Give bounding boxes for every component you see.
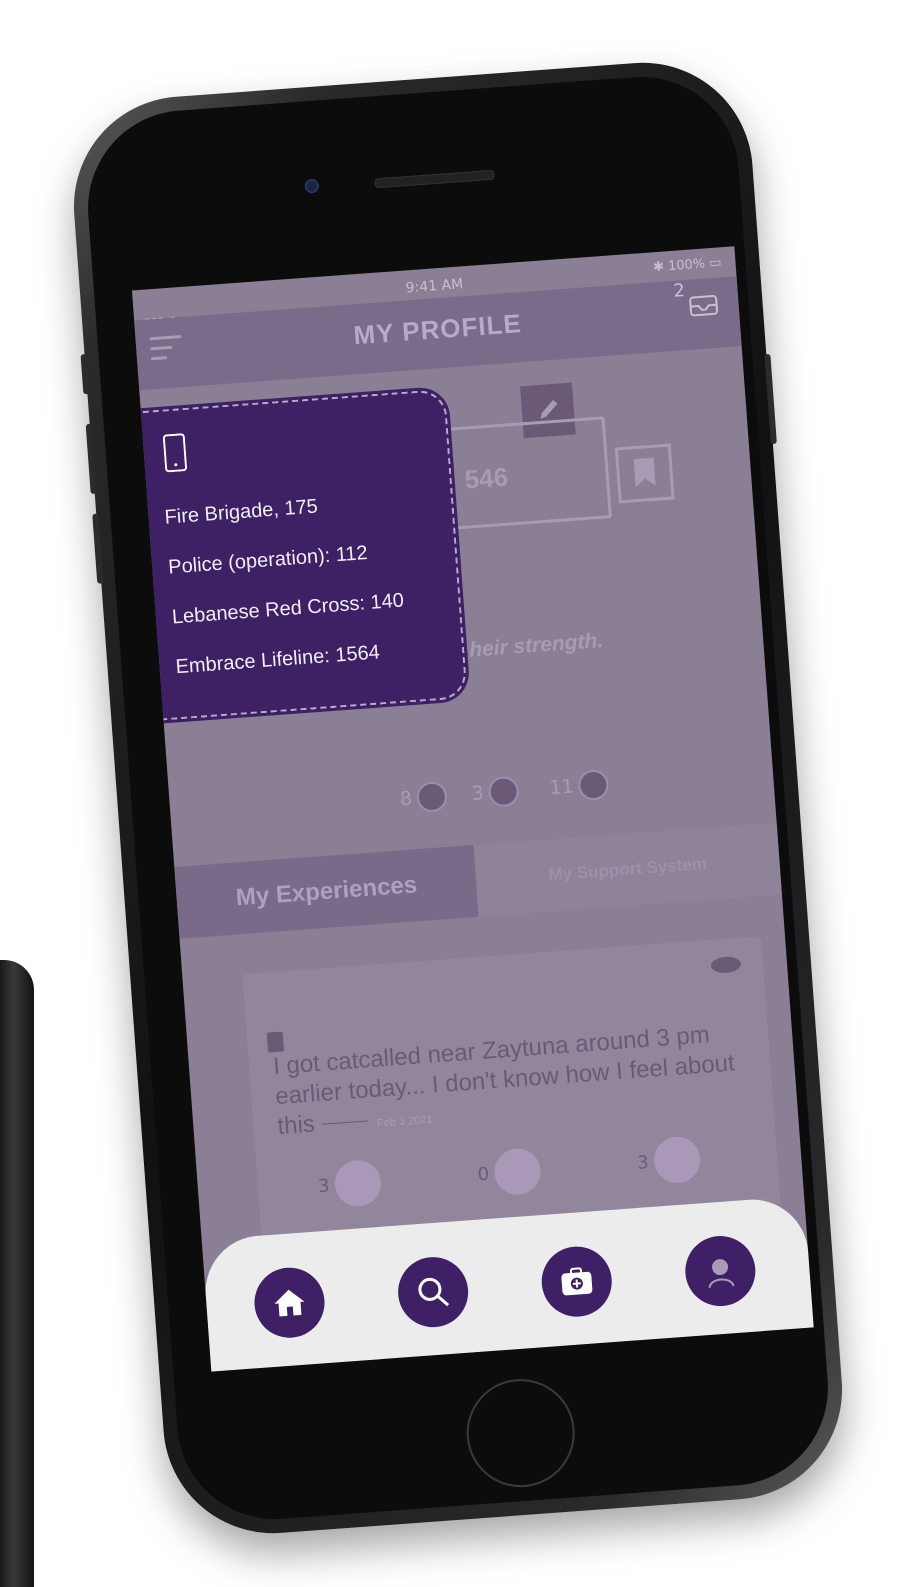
badge-lotus: 3	[470, 775, 520, 809]
reaction-count: 3	[317, 1174, 331, 1197]
profile-code: 546	[463, 461, 510, 495]
post-divider	[322, 1120, 369, 1125]
trash-icon[interactable]	[266, 1031, 285, 1053]
arm-icon	[577, 768, 610, 802]
home-icon	[274, 1289, 305, 1317]
emergency-line[interactable]: Police (operation): 112	[168, 542, 369, 580]
front-camera	[304, 178, 320, 194]
nav-search[interactable]	[395, 1254, 471, 1330]
earpiece-speaker	[374, 169, 495, 189]
reaction-heart[interactable]: 3	[316, 1158, 384, 1210]
nav-emergency[interactable]	[539, 1244, 615, 1320]
arm-icon	[652, 1135, 703, 1185]
badge-count: 3	[470, 782, 485, 805]
tab-my-experiences[interactable]: My Experiences	[174, 844, 479, 939]
bookmark-icon	[633, 457, 656, 488]
emergency-line[interactable]: Lebanese Red Cross: 140	[171, 589, 404, 629]
second-phone-edge	[0, 960, 34, 1587]
lotus-icon	[493, 1146, 543, 1197]
badge-row: 8 3 11	[399, 762, 701, 824]
medical-kit-icon	[561, 1267, 593, 1296]
badge-heart: 8	[399, 780, 449, 814]
bookmark-button[interactable]	[614, 443, 675, 504]
emergency-numbers-popup: Fire Brigade, 175 Police (operation): 11…	[131, 385, 471, 725]
home-button[interactable]	[462, 1375, 579, 1491]
post-reactions: 3 0 3	[316, 1131, 758, 1213]
phone-face: ▮▮▮ ◠ 9:41 AM ✱ 100% ▭ MY PROFILE 2 546	[81, 70, 835, 1526]
emergency-line[interactable]: Embrace Lifeline: 1564	[175, 641, 381, 679]
badge-count: 8	[399, 787, 413, 811]
post-date: Feb 3 2021	[376, 1113, 433, 1130]
profile-avatar-icon	[708, 1259, 735, 1289]
reaction-count: 0	[476, 1163, 490, 1186]
heart-icon	[415, 780, 449, 813]
emergency-line[interactable]: Fire Brigade, 175	[164, 496, 319, 530]
nav-home[interactable]	[252, 1265, 327, 1341]
inbox-icon	[689, 294, 719, 317]
mobile-phone-icon	[162, 433, 188, 473]
eye-icon[interactable]	[710, 955, 742, 974]
badge-arm: 11	[548, 768, 610, 803]
reaction-lotus[interactable]: 0	[476, 1146, 543, 1198]
profile-quote: heir strength.	[468, 628, 604, 662]
reaction-count: 3	[636, 1151, 650, 1174]
search-icon	[418, 1277, 450, 1307]
nav-profile[interactable]	[682, 1233, 758, 1309]
profile-tabs: My Experiences My Support System	[174, 822, 782, 939]
phone-mockup: ▮▮▮ ◠ 9:41 AM ✱ 100% ▭ MY PROFILE 2 546	[66, 55, 850, 1541]
reaction-arm[interactable]: 3	[636, 1135, 703, 1186]
tab-my-support-system[interactable]: My Support System	[473, 822, 782, 917]
heart-icon	[333, 1158, 384, 1208]
lotus-icon	[487, 775, 520, 808]
battery-percent: 100%	[667, 256, 706, 275]
post-text: I got catcalled near Zaytuna around 3 pm…	[272, 1017, 758, 1146]
inbox-count: 2	[672, 280, 686, 302]
badge-count: 11	[548, 775, 575, 800]
app-screen: ▮▮▮ ◠ 9:41 AM ✱ 100% ▭ MY PROFILE 2 546	[131, 246, 814, 1372]
inbox-button[interactable]: 2	[673, 277, 727, 331]
